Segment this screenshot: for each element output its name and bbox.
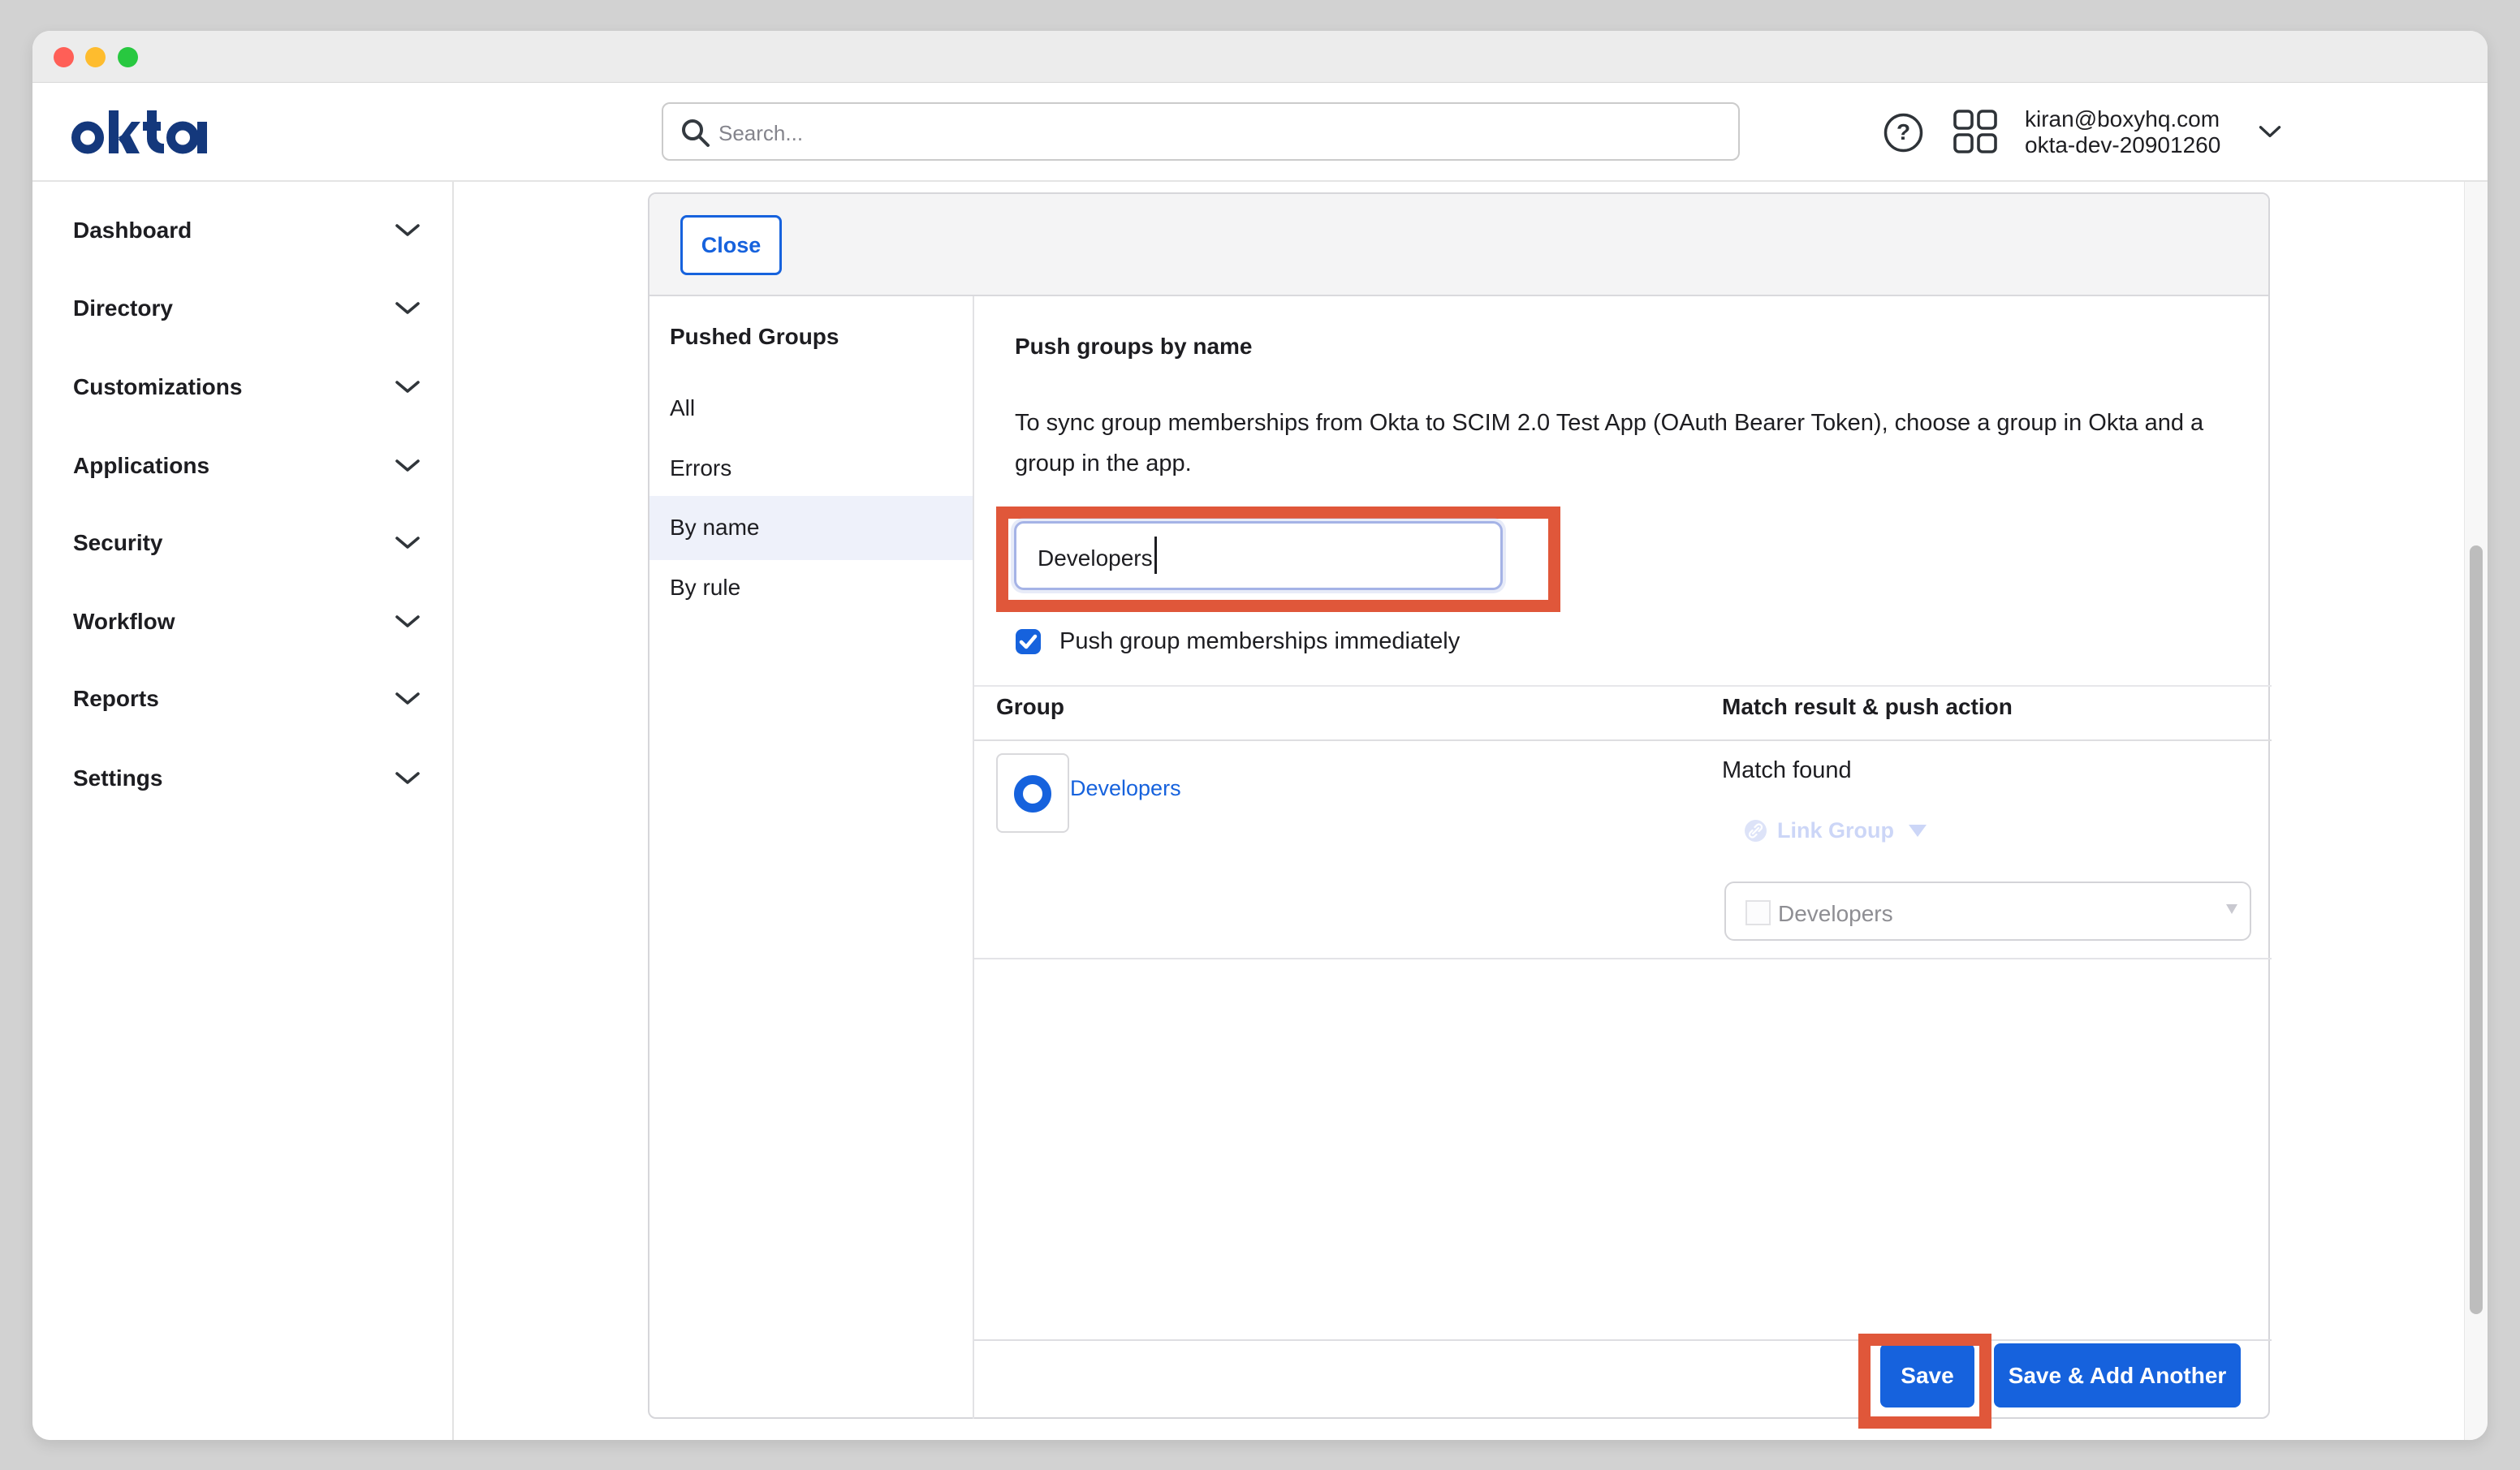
- svg-text:?: ?: [1896, 119, 1910, 144]
